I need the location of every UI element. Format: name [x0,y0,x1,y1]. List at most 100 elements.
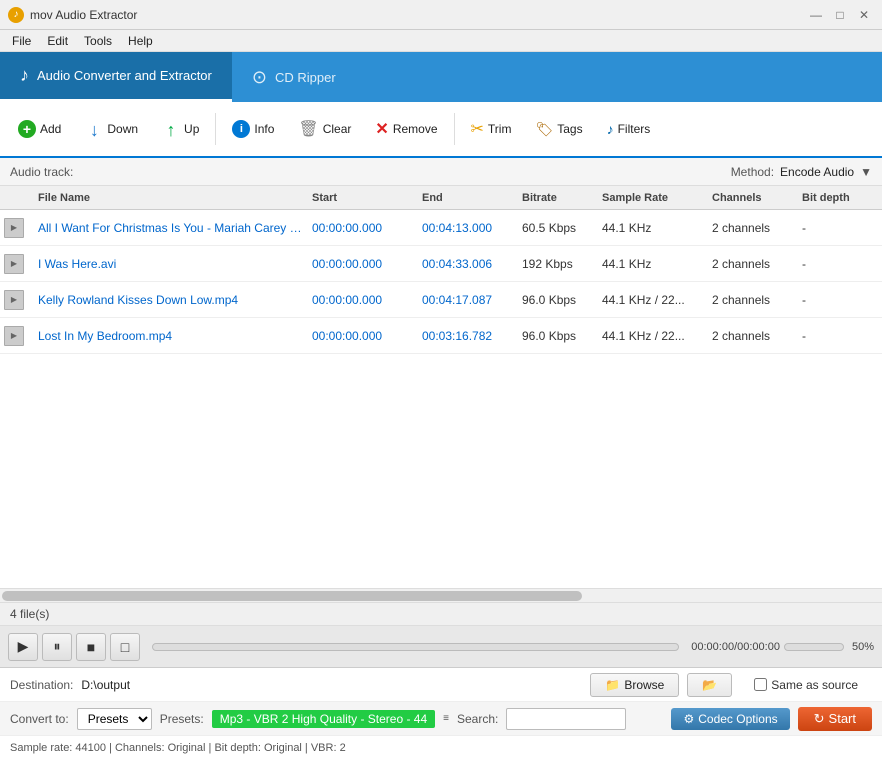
trim-icon: ✂ [471,119,484,139]
file-list-header: File Name Start End Bitrate Sample Rate … [0,186,882,210]
file-icon: ▶ [4,290,24,310]
empty-area [0,387,882,588]
stop-button[interactable]: ■ [76,633,106,661]
menu-item-tools[interactable]: Tools [76,32,120,50]
remove-button[interactable]: ✕ Remove [365,113,447,145]
file-list-container[interactable]: File Name Start End Bitrate Sample Rate … [0,186,882,387]
clear-icon: 🗑 [298,119,318,139]
method-label: Method: [731,165,774,179]
col-channels: Channels [708,192,798,204]
file-samplerate: 44.1 KHz / 22... [598,293,708,307]
h-scrollbar[interactable] [0,588,882,602]
same-source-input[interactable] [754,678,767,691]
convert-presets-dropdown[interactable]: Presets [77,708,152,730]
file-bitrate: 96.0 Kbps [518,293,598,307]
info-button[interactable]: i Info [222,114,284,144]
pause-button[interactable]: ⏸ [42,633,72,661]
toolbar: + Add ↓ Down ↑ Up i Info 🗑 Clear ✕ Remov… [0,102,882,158]
close-button[interactable]: ✕ [854,5,874,25]
audio-track-bar: Audio track: Method: Encode Audio ▼ [0,158,882,186]
file-end: 00:04:33.006 [418,257,518,271]
play-icon: ▶ [18,638,29,655]
title-bar: ♪ mov Audio Extractor — □ ✕ [0,0,882,30]
tab-cd[interactable]: ⊙ CD Ripper [232,52,356,102]
up-button[interactable]: ↑ Up [152,114,209,144]
volume-slider[interactable] [784,643,844,651]
file-channels: 2 channels [708,221,798,235]
menu-item-edit[interactable]: Edit [39,32,76,50]
codec-icon: ⚙ [683,712,694,726]
title-text: mov Audio Extractor [30,8,806,22]
tags-button[interactable]: 🏷 Tags [525,115,592,144]
browse-button[interactable]: 📁 Browse [590,673,679,697]
file-start: 00:00:00.000 [308,221,418,235]
col-end: End [418,192,518,204]
maximize-button[interactable]: □ [830,5,850,25]
file-samplerate: 44.1 KHz [598,221,708,235]
down-button[interactable]: ↓ Down [75,114,148,144]
player-bar: ▶ ⏸ ■ □ 00:00:00/00:00:00 50% [0,626,882,668]
presets-label: Presets: [160,712,204,726]
start-button[interactable]: ↻ Start [798,707,872,731]
method-dropdown-icon[interactable]: ▼ [860,165,872,179]
table-row[interactable]: ▶ Kelly Rowland Kisses Down Low.mp4 00:0… [0,282,882,318]
file-start: 00:00:00.000 [308,293,418,307]
tags-icon: 🏷 [535,121,553,138]
search-input[interactable] [506,708,626,730]
file-samplerate: 44.1 KHz [598,257,708,271]
cd-icon: ⊙ [252,67,267,88]
up-icon: ↑ [162,120,180,138]
h-scroll-thumb[interactable] [2,591,582,601]
separator-2 [454,113,455,145]
method-value: Encode Audio [780,165,854,179]
time-display: 00:00:00/00:00:00 [691,641,780,653]
window-controls: — □ ✕ [806,5,874,25]
menu-item-help[interactable]: Help [120,32,161,50]
file-end: 00:03:16.782 [418,329,518,343]
tab-cd-label: CD Ripper [275,70,336,85]
file-bitdepth: - [798,221,878,235]
down-icon: ↓ [85,120,103,138]
converter-icon: ♪ [20,65,29,86]
same-as-source-checkbox[interactable]: Same as source [740,674,872,696]
file-end: 00:04:13.000 [418,221,518,235]
extra-icon: □ [121,639,129,655]
menu-bar: FileEditToolsHelp [0,30,882,52]
file-name: All I Want For Christmas Is You - Mariah… [34,221,308,235]
start-icon: ↻ [814,711,825,727]
codec-options-button[interactable]: ⚙ Codec Options [671,708,789,730]
folder-button[interactable]: 📂 [687,673,732,697]
col-bitdepth: Bit depth [798,192,878,204]
add-button[interactable]: + Add [8,114,71,144]
search-label: Search: [457,712,498,726]
tab-converter[interactable]: ♪ Audio Converter and Extractor [0,52,232,102]
status-bar: 4 file(s) [0,602,882,626]
file-icon: ▶ [4,254,24,274]
file-bitrate: 192 Kbps [518,257,598,271]
filters-button[interactable]: ♪ Filters [597,115,661,143]
menu-item-file[interactable]: File [4,32,39,50]
pause-icon: ⏸ [54,638,61,655]
main-content: File Name Start End Bitrate Sample Rate … [0,186,882,602]
table-row[interactable]: ▶ I Was Here.avi 00:00:00.000 00:04:33.0… [0,246,882,282]
table-row[interactable]: ▶ All I Want For Christmas Is You - Mari… [0,210,882,246]
info-text: Sample rate: 44100 | Channels: Original … [10,742,346,754]
table-row[interactable]: ▶ Lost In My Bedroom.mp4 00:00:00.000 00… [0,318,882,354]
presets-menu-icon[interactable]: ≡ [443,713,449,724]
player-progress[interactable] [152,643,679,651]
file-icon: ▶ [4,326,24,346]
info-icon: i [232,120,250,138]
file-start: 00:00:00.000 [308,257,418,271]
col-start: Start [308,192,418,204]
separator-1 [215,113,216,145]
trim-button[interactable]: ✂ Trim [461,113,522,145]
play-button[interactable]: ▶ [8,633,38,661]
extra-button[interactable]: □ [110,633,140,661]
remove-icon: ✕ [375,119,388,139]
minimize-button[interactable]: — [806,5,826,25]
audio-track-label: Audio track: [10,165,73,179]
file-name: Kelly Rowland Kisses Down Low.mp4 [34,293,308,307]
file-bitrate: 60.5 Kbps [518,221,598,235]
browse-icon: 📁 [605,678,620,692]
clear-button[interactable]: 🗑 Clear [288,113,361,145]
